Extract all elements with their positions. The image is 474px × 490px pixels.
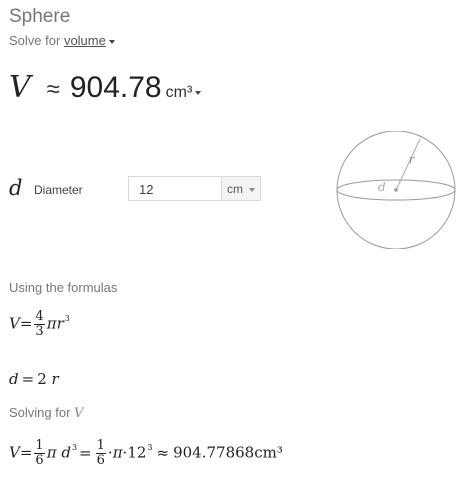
radius-label: r: [409, 153, 415, 166]
fraction-numerator: 1: [95, 438, 106, 454]
page-title: Sphere: [9, 6, 71, 27]
fraction-numerator: 1: [34, 438, 45, 454]
input-variable: d: [9, 176, 23, 200]
fraction-denominator: 6: [96, 453, 105, 468]
result-row: V ≈ 904.78 cm³: [9, 70, 202, 110]
formula-lhs: V: [9, 314, 20, 333]
formulas-heading: Using the formulas: [9, 280, 118, 295]
exponent: 3: [64, 313, 70, 323]
radius-line: [395, 138, 421, 191]
equals-sign: =: [79, 443, 92, 462]
radius-var: r: [56, 314, 64, 333]
approx-symbol: ≈: [46, 76, 60, 103]
diameter-label: Diameter: [34, 183, 83, 197]
solution-result: 904.77868cm³: [173, 443, 283, 462]
exponent: 3: [147, 442, 153, 452]
pi-symbol: π: [112, 443, 123, 462]
chevron-down-icon[interactable]: [108, 39, 115, 44]
diameter-formula: d = 2 r: [9, 370, 59, 388]
exponent: 3: [71, 442, 78, 452]
solution-formula: V= 1 6 π d3 = 1 6 ·π·123 ≈904.77868cm³: [9, 439, 283, 468]
equals-sign: =: [19, 314, 33, 333]
diameter-label: d: [378, 180, 386, 194]
diameter-unit-label: cm: [227, 182, 243, 196]
result-unit-label: cm³: [165, 84, 193, 101]
pi-symbol: π: [46, 443, 57, 462]
solving-heading-var: V: [74, 406, 84, 421]
diameter-input[interactable]: 12: [128, 176, 221, 201]
fraction: 16: [95, 438, 106, 468]
result-unit-dropdown[interactable]: cm³: [166, 84, 202, 102]
fraction-numerator: 4: [34, 309, 45, 325]
fraction-denominator: 6: [35, 453, 44, 468]
result-value: 904.78: [69, 71, 162, 104]
fraction-denominator: 3: [35, 324, 44, 339]
solve-for-dropdown[interactable]: volume: [64, 33, 106, 48]
solving-heading-label: Solving for: [9, 405, 71, 420]
diameter-unit-select[interactable]: cm: [221, 176, 261, 201]
solve-for-row: Solve for volume: [9, 33, 115, 48]
pi-symbol: π: [46, 314, 57, 333]
center-point: [394, 188, 398, 192]
fraction: 16: [34, 438, 45, 468]
formula-lhs: d: [9, 370, 19, 388]
solving-heading: Solving for V: [9, 405, 83, 421]
base-value: 12: [127, 443, 147, 462]
chevron-down-icon[interactable]: [249, 187, 255, 192]
diameter-var: d: [61, 443, 71, 462]
formula-lhs: V: [9, 443, 20, 462]
coefficient: 2: [37, 370, 47, 388]
chevron-down-icon[interactable]: [195, 90, 202, 95]
fraction: 43: [34, 309, 45, 339]
sphere-diagram: r d: [336, 131, 456, 249]
solve-for-label: Solve for: [9, 33, 61, 48]
volume-formula: V= 4 3 πr3: [9, 310, 70, 339]
equals-sign: =: [21, 370, 35, 388]
radius-var: r: [51, 370, 59, 388]
approx-symbol: ≈: [156, 443, 170, 462]
equals-sign: =: [19, 443, 33, 462]
result-variable: V: [9, 70, 31, 105]
